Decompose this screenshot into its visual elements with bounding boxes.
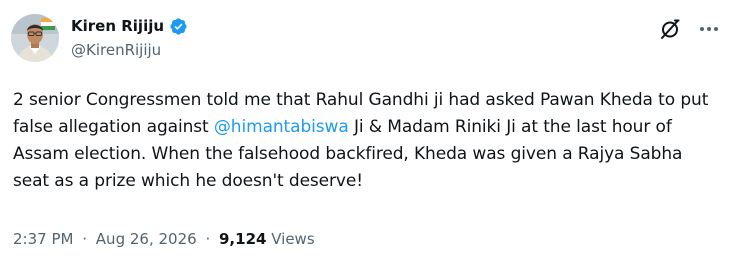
mention-link[interactable]: @himantabiswa xyxy=(214,117,349,137)
author-name-row: Kiren Rijiju xyxy=(71,15,188,37)
grok-icon[interactable] xyxy=(658,17,682,41)
author-display-name[interactable]: Kiren Rijiju xyxy=(71,15,164,37)
meta-separator: · xyxy=(205,230,211,248)
views-count: 9,124 xyxy=(219,230,267,248)
tweet-text: 2 senior Congressmen told me that Rahul … xyxy=(13,87,718,195)
avatar[interactable] xyxy=(11,14,59,62)
more-options-icon[interactable] xyxy=(697,17,721,41)
views-label: Views xyxy=(271,230,315,248)
tweet-meta: 2:37 PM · Aug 26, 2026 · 9,124 Views xyxy=(13,229,315,249)
tweet-time[interactable]: 2:37 PM xyxy=(13,230,73,248)
author-handle[interactable]: @KirenRijiju xyxy=(71,40,161,60)
meta-separator: · xyxy=(82,230,88,248)
tweet-card: Kiren Rijiju @KirenRijiju 2 senior Congr… xyxy=(0,0,729,265)
tweet-date[interactable]: Aug 26, 2026 xyxy=(96,230,197,248)
verified-badge-icon xyxy=(169,17,188,36)
